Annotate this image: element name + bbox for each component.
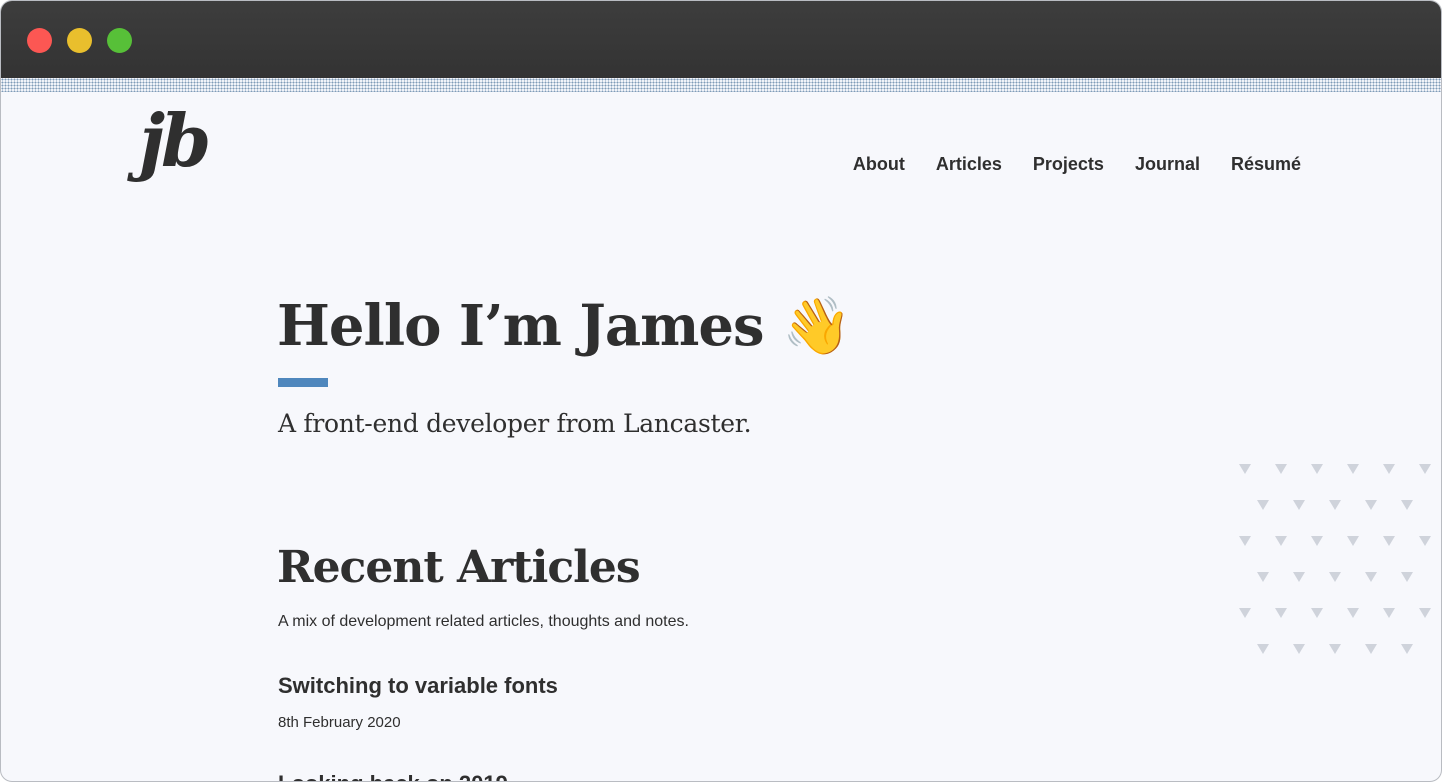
browser-window: jb About Articles Projects Journal Résum… [0,0,1442,782]
triangle-shape [1365,644,1377,654]
triangle-shape [1419,464,1431,474]
maximize-window-button[interactable] [107,28,132,53]
site-logo[interactable]: jb [139,105,211,177]
nav-about[interactable]: About [853,153,905,175]
triangle-shape [1329,500,1341,510]
nav-journal[interactable]: Journal [1135,153,1200,175]
triangle-shape [1401,572,1413,582]
triangle-shape [1257,644,1269,654]
article-title-link[interactable]: Switching to variable fonts [278,671,558,701]
triangle-shape [1293,500,1305,510]
triangle-shape [1419,608,1431,618]
triangle-shape [1275,608,1287,618]
recent-articles-heading: Recent Articles [277,542,641,593]
triangle-shape [1293,572,1305,582]
triangle-shape [1365,500,1377,510]
triangle-shape [1293,644,1305,654]
article-item: Switching to variable fonts 8th February… [278,671,558,733]
close-window-button[interactable] [27,28,52,53]
triangle-shape [1239,608,1251,618]
triangle-shape [1311,608,1323,618]
triangle-shape [1383,464,1395,474]
triangle-shape [1401,644,1413,654]
triangle-shape [1329,572,1341,582]
triangle-shape [1329,644,1341,654]
triangle-shape [1239,536,1251,546]
article-title-link[interactable]: Looking back on 2019 [278,769,508,781]
triangle-shape [1419,536,1431,546]
triangle-shape [1239,464,1251,474]
triangle-shape [1275,464,1287,474]
triangle-shape [1347,464,1359,474]
dotted-divider [1,78,1441,92]
triangle-shape [1365,572,1377,582]
triangle-shape [1257,572,1269,582]
hero-subtitle: A front-end developer from Lancaster. [278,409,752,438]
triangle-shape [1311,536,1323,546]
triangle-shape [1311,464,1323,474]
nav-projects[interactable]: Projects [1033,153,1104,175]
article-date: 8th February 2020 [278,714,401,731]
triangle-shape [1347,608,1359,618]
minimize-window-button[interactable] [67,28,92,53]
triangle-shape [1401,500,1413,510]
triangle-shape [1383,536,1395,546]
article-item: Looking back on 2019 [278,769,508,781]
triangle-pattern [1239,461,1439,661]
waving-hand-icon: 👋 [782,294,852,359]
accent-bar [278,378,328,387]
hero-title: Hello I’m James 👋 [277,288,852,365]
triangle-shape [1275,536,1287,546]
recent-articles-description: A mix of development related articles, t… [278,613,689,630]
nav-articles[interactable]: Articles [936,153,1002,175]
triangle-shape [1257,500,1269,510]
window-title-bar [1,1,1441,78]
triangle-shape [1347,536,1359,546]
hero-title-text: Hello I’m James [277,293,765,359]
main-nav: About Articles Projects Journal Résumé [853,153,1301,175]
nav-resume[interactable]: Résumé [1231,153,1301,175]
triangle-shape [1383,608,1395,618]
